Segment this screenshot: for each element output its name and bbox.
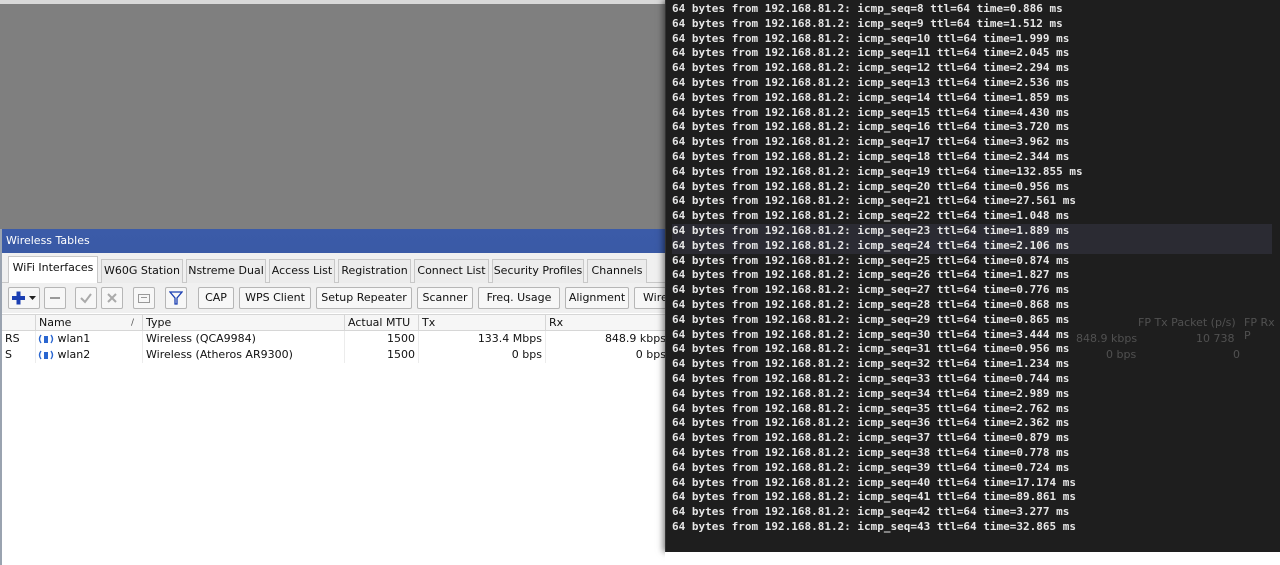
terminal-line: 64 bytes from 192.168.81.2: icmp_seq=39 … (672, 460, 1070, 474)
row-rx: 848.9 kbps (546, 331, 670, 347)
col-rx[interactable]: Rx (546, 315, 676, 331)
tab-wifi-interfaces[interactable]: WiFi Interfaces (8, 256, 98, 283)
ghost-fp-rx-header: FP Rx P (1244, 316, 1275, 342)
terminal-line: 64 bytes from 192.168.81.2: icmp_seq=9 t… (672, 16, 1063, 30)
white-strip (665, 552, 1280, 565)
tab-access-list[interactable]: Access List (269, 259, 335, 283)
tab-connect-list[interactable]: Connect List (414, 259, 489, 283)
interface-name: wlan1 (57, 332, 91, 345)
row-flags: RS (2, 331, 36, 347)
col-flags[interactable] (2, 315, 36, 331)
setup-repeater-button[interactable]: Setup Repeater (316, 287, 412, 309)
terminal-line: 64 bytes from 192.168.81.2: icmp_seq=36 … (672, 416, 1070, 430)
add-button[interactable] (8, 287, 40, 309)
cross-icon (107, 293, 117, 303)
col-tx[interactable]: Tx (419, 315, 546, 331)
ghost-fp-tx-header: FP Tx Packet (p/s) (1138, 316, 1236, 329)
window-edge (0, 0, 680, 4)
terminal-line: 64 bytes from 192.168.81.2: icmp_seq=30 … (672, 327, 1070, 341)
terminal-line: 64 bytes from 192.168.81.2: icmp_seq=24 … (672, 238, 1272, 254)
row-tx: 133.4 Mbps (419, 331, 546, 347)
row-mtu: 1500 (345, 347, 419, 363)
comment-icon (138, 294, 150, 303)
terminal-line: 64 bytes from 192.168.81.2: icmp_seq=43 … (672, 519, 1076, 533)
tab-security-profiles[interactable]: Security Profiles (492, 259, 584, 283)
terminal-line: 64 bytes from 192.168.81.2: icmp_seq=12 … (672, 61, 1070, 75)
tab-registration[interactable]: Registration (338, 259, 411, 283)
terminal-line: 64 bytes from 192.168.81.2: icmp_seq=37 … (672, 431, 1070, 445)
tab-nstreme-dual[interactable]: Nstreme Dual (186, 259, 266, 283)
plus-icon (12, 291, 36, 305)
wireless-interface-icon (38, 350, 54, 360)
ghost-fp-tx-value: 0 (1233, 348, 1240, 361)
tab-w60g-station[interactable]: W60G Station (101, 259, 183, 283)
row-name-cell: wlan1 (36, 331, 143, 347)
terminal-line: 64 bytes from 192.168.81.2: icmp_seq=15 … (672, 105, 1070, 119)
filter-button[interactable] (165, 287, 187, 309)
terminal-line: 64 bytes from 192.168.81.2: icmp_seq=32 … (672, 357, 1070, 371)
tab-channels[interactable]: Channels (587, 259, 647, 283)
freq-usage-button[interactable]: Freq. Usage (478, 287, 560, 309)
ghost-fp-tx-value: 10 738 (1196, 332, 1235, 345)
disable-button[interactable] (101, 287, 123, 309)
terminal-line: 64 bytes from 192.168.81.2: icmp_seq=14 … (672, 90, 1070, 104)
terminal-line: 64 bytes from 192.168.81.2: icmp_seq=41 … (672, 490, 1076, 504)
minus-icon (50, 297, 60, 299)
comment-button[interactable] (133, 287, 155, 309)
terminal-line: 64 bytes from 192.168.81.2: icmp_seq=23 … (672, 223, 1272, 239)
terminal-line: 64 bytes from 192.168.81.2: icmp_seq=11 … (672, 46, 1070, 60)
col-type[interactable]: Type (143, 315, 345, 331)
sort-asc-icon: / (131, 318, 135, 328)
row-mtu: 1500 (345, 331, 419, 347)
terminal-output: 64 bytes from 192.168.81.2: icmp_seq=8 t… (672, 2, 1272, 535)
terminal-line: 64 bytes from 192.168.81.2: icmp_seq=38 … (672, 445, 1070, 459)
row-type: Wireless (Atheros AR9300) (143, 347, 345, 363)
terminal-line: 64 bytes from 192.168.81.2: icmp_seq=27 … (672, 283, 1070, 297)
scanner-button[interactable]: Scanner (417, 287, 473, 309)
terminal-line: 64 bytes from 192.168.81.2: icmp_seq=17 … (672, 135, 1070, 149)
terminal-line: 64 bytes from 192.168.81.2: icmp_seq=42 … (672, 505, 1070, 519)
terminal-line: 64 bytes from 192.168.81.2: icmp_seq=19 … (672, 164, 1083, 178)
terminal-line: 64 bytes from 192.168.81.2: icmp_seq=10 … (672, 31, 1070, 45)
filter-icon (169, 291, 183, 305)
terminal-window[interactable]: 64 bytes from 192.168.81.2: icmp_seq=8 t… (665, 0, 1280, 552)
terminal-line: 64 bytes from 192.168.81.2: icmp_seq=31 … (672, 342, 1070, 356)
row-type: Wireless (QCA9984) (143, 331, 345, 347)
row-name-cell: wlan2 (36, 347, 143, 363)
terminal-line: 64 bytes from 192.168.81.2: icmp_seq=33 … (672, 371, 1070, 385)
terminal-line: 64 bytes from 192.168.81.2: icmp_seq=25 … (672, 253, 1070, 267)
terminal-line: 64 bytes from 192.168.81.2: icmp_seq=26 … (672, 268, 1070, 282)
terminal-line: 64 bytes from 192.168.81.2: icmp_seq=35 … (672, 401, 1070, 415)
terminal-line: 64 bytes from 192.168.81.2: icmp_seq=21 … (672, 194, 1076, 208)
check-icon (80, 293, 92, 304)
ghost-rx-value: 0 bps (1106, 348, 1137, 361)
terminal-line: 64 bytes from 192.168.81.2: icmp_seq=13 … (672, 75, 1070, 89)
col-actual-mtu[interactable]: Actual MTU (345, 315, 419, 331)
wireless-interface-icon (38, 334, 54, 344)
col-name[interactable]: Name (36, 315, 143, 331)
row-tx: 0 bps (419, 347, 546, 363)
enable-button[interactable] (75, 287, 97, 309)
terminal-line: 64 bytes from 192.168.81.2: icmp_seq=16 … (672, 120, 1070, 134)
alignment-button[interactable]: Alignment (565, 287, 629, 309)
row-flags: S (2, 347, 36, 363)
row-rx: 0 bps (546, 347, 670, 363)
terminal-line: 64 bytes from 192.168.81.2: icmp_seq=20 … (672, 179, 1070, 193)
terminal-line: 64 bytes from 192.168.81.2: icmp_seq=8 t… (672, 2, 1063, 15)
terminal-line: 64 bytes from 192.168.81.2: icmp_seq=34 … (672, 386, 1070, 400)
interface-name: wlan2 (57, 348, 91, 361)
cap-button[interactable]: CAP (198, 287, 234, 309)
ghost-rx-value: 848.9 kbps (1076, 332, 1138, 345)
terminal-line: 64 bytes from 192.168.81.2: icmp_seq=18 … (672, 149, 1070, 163)
wps-client-button[interactable]: WPS Client (239, 287, 311, 309)
terminal-line: 64 bytes from 192.168.81.2: icmp_seq=22 … (672, 209, 1070, 223)
remove-button[interactable] (44, 287, 66, 309)
terminal-line: 64 bytes from 192.168.81.2: icmp_seq=40 … (672, 475, 1076, 489)
terminal-line: 64 bytes from 192.168.81.2: icmp_seq=28 … (672, 297, 1070, 311)
